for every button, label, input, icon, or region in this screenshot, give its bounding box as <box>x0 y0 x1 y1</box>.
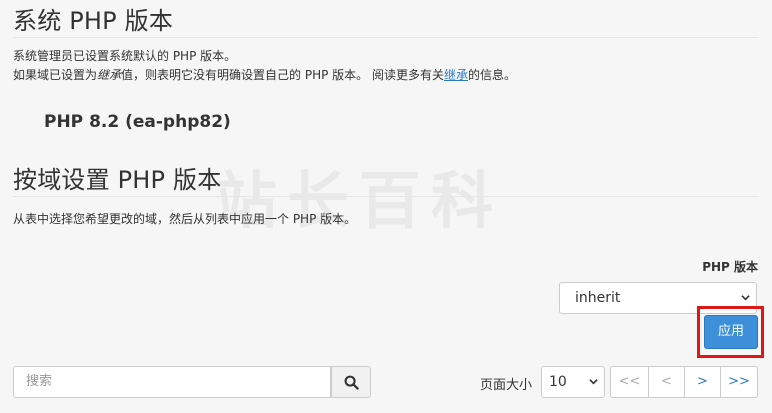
inherit-link[interactable]: 继承 <box>444 68 468 82</box>
heading-divider <box>13 37 759 38</box>
page-size-label: 页面大小 <box>480 378 533 393</box>
first-page-button[interactable]: << <box>610 366 649 398</box>
inherit-desc-after: 的信息。 <box>468 68 517 82</box>
search-button[interactable] <box>331 366 371 398</box>
previous-page-button[interactable]: < <box>648 366 685 398</box>
last-page-button[interactable]: >> <box>720 366 758 398</box>
inherit-desc-before: 如果域已设置为 <box>13 68 98 82</box>
chevron-down-icon <box>589 379 598 385</box>
pagination: << < > >> <box>610 366 758 398</box>
page-size-selected-value: 10 <box>549 374 567 390</box>
php-version-selected-value: inherit <box>575 290 621 306</box>
system-php-description: 系统管理员已设置系统默认的 PHP 版本。 <box>13 49 237 63</box>
inherit-description: 如果域已设置为继承值，则表明它没有明确设置自己的 PHP 版本。 阅读更多有关继… <box>13 66 516 83</box>
search-placeholder: 搜索 <box>26 374 53 389</box>
domain-php-description: 从表中选择您希望更改的域，然后从列表中应用一个 PHP 版本。 <box>13 212 357 226</box>
chevron-down-icon <box>741 295 750 301</box>
next-page-button[interactable]: > <box>684 366 721 398</box>
php-version-page: 站长百科 系统 PHP 版本 系统管理员已设置系统默认的 PHP 版本。 如果域… <box>0 0 772 413</box>
php-version-label: PHP 版本 <box>702 260 758 274</box>
inherit-desc-italic: 继承 <box>97 68 122 82</box>
apply-button[interactable]: 应用 <box>704 315 758 349</box>
page-size-select[interactable]: 10 <box>541 366 605 398</box>
search-icon <box>344 375 359 390</box>
heading-divider <box>13 196 759 197</box>
search-input[interactable]: 搜索 <box>13 366 331 398</box>
system-php-version-heading: 系统 PHP 版本 <box>13 7 174 35</box>
system-php-version-value: PHP 8.2 (ea-php82) <box>44 112 231 132</box>
domain-php-version-heading: 按域设置 PHP 版本 <box>13 166 222 194</box>
inherit-desc-middle: 值，则表明它没有明确设置自己的 PHP 版本。 阅读更多有关 <box>121 68 444 82</box>
